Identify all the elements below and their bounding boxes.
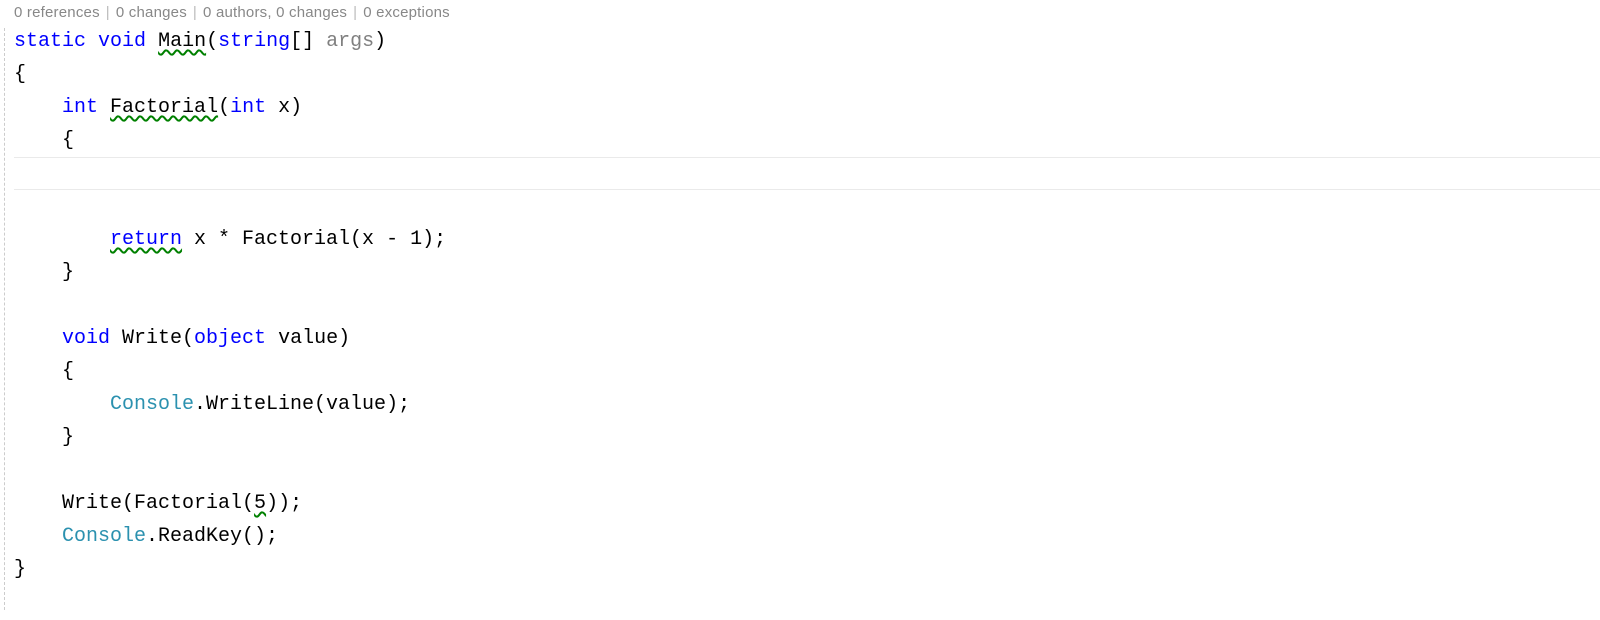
brace: { bbox=[14, 63, 26, 86]
code-line[interactable]: static void Main(string[] args) bbox=[14, 25, 1600, 58]
code-line[interactable]: { bbox=[14, 124, 1600, 157]
code-line-current[interactable] bbox=[14, 157, 1600, 190]
brace: { bbox=[14, 360, 74, 383]
literal-5: 5 bbox=[254, 492, 266, 515]
code-line[interactable]: Console.ReadKey(); bbox=[14, 520, 1600, 553]
code-line[interactable]: } bbox=[14, 421, 1600, 454]
keyword-static: static bbox=[14, 30, 86, 53]
brace: { bbox=[14, 129, 74, 152]
brackets: [] bbox=[290, 30, 314, 53]
keyword-int: int bbox=[62, 96, 98, 119]
keyword-void: void bbox=[62, 327, 110, 350]
codelens-references[interactable]: 0 references bbox=[14, 4, 100, 21]
class-console: Console bbox=[62, 525, 146, 548]
paren: ( bbox=[206, 30, 218, 53]
brace: } bbox=[14, 558, 26, 581]
code-editor[interactable]: static void Main(string[] args) { int Fa… bbox=[0, 25, 1600, 586]
brace: } bbox=[14, 426, 74, 449]
codelens-exceptions[interactable]: 0 exceptions bbox=[363, 4, 450, 21]
code-line[interactable] bbox=[14, 289, 1600, 322]
method-factorial: Factorial bbox=[110, 96, 218, 119]
type-object: object bbox=[194, 327, 266, 350]
code-line[interactable] bbox=[14, 454, 1600, 487]
code-line[interactable]: { bbox=[14, 58, 1600, 91]
code-line[interactable]: Write(Factorial(5)); bbox=[14, 487, 1600, 520]
code-text: x * Factorial(x - 1); bbox=[182, 228, 446, 251]
codelens-bar[interactable]: 0 references|0 changes|0 authors, 0 chan… bbox=[0, 0, 1600, 25]
keyword-void: void bbox=[98, 30, 146, 53]
codelens-changes[interactable]: 0 changes bbox=[116, 4, 187, 21]
code-line[interactable] bbox=[14, 190, 1600, 223]
code-line[interactable]: return x * Factorial(x - 1); bbox=[14, 223, 1600, 256]
keyword-int: int bbox=[230, 96, 266, 119]
code-text: .ReadKey(); bbox=[146, 525, 278, 548]
method-write: Write( bbox=[110, 327, 194, 350]
code-line[interactable]: int Factorial(int x) bbox=[14, 91, 1600, 124]
class-console: Console bbox=[110, 393, 194, 416]
brace: } bbox=[14, 261, 74, 284]
code-line[interactable]: } bbox=[14, 256, 1600, 289]
method-main: Main bbox=[158, 30, 206, 53]
code-text: Write(Factorial( bbox=[62, 492, 254, 515]
codelens-authors[interactable]: 0 authors, 0 changes bbox=[203, 4, 347, 21]
code-line[interactable]: { bbox=[14, 355, 1600, 388]
code-line[interactable]: } bbox=[14, 553, 1600, 586]
param-args: args bbox=[326, 30, 374, 53]
code-text: .WriteLine(value); bbox=[194, 393, 410, 416]
code-line[interactable]: Console.WriteLine(value); bbox=[14, 388, 1600, 421]
paren: ) bbox=[374, 30, 386, 53]
type-string: string bbox=[218, 30, 290, 53]
keyword-return: return bbox=[110, 228, 182, 251]
code-line[interactable]: void Write(object value) bbox=[14, 322, 1600, 355]
